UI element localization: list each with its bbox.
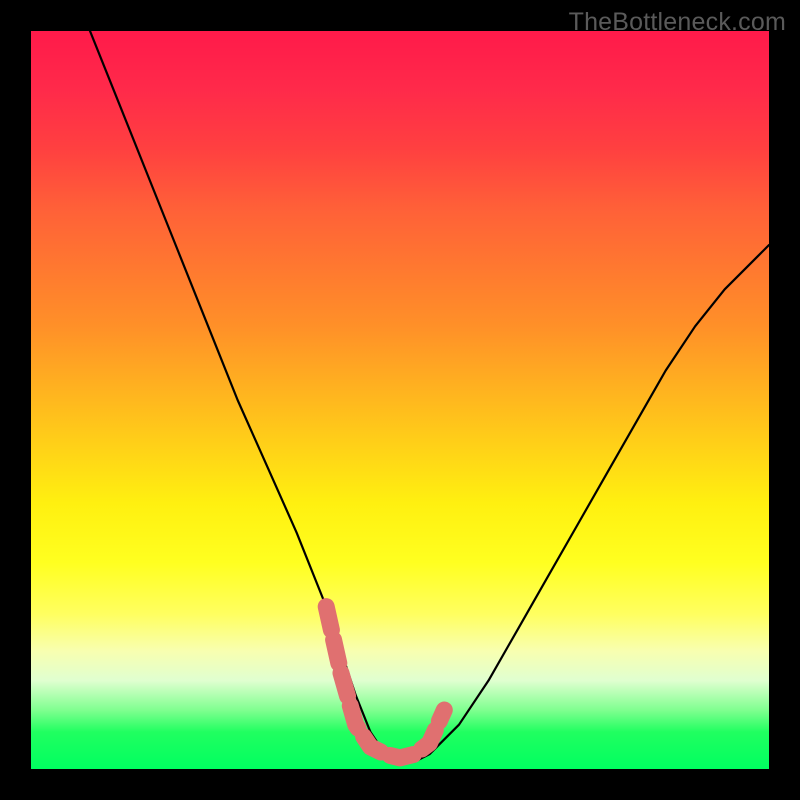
plot-area — [31, 31, 769, 769]
chart-frame: TheBottleneck.com — [0, 0, 800, 800]
watermark-text: TheBottleneck.com — [569, 8, 786, 37]
bottleneck-curve — [90, 31, 769, 762]
highlight-segment — [326, 607, 444, 758]
curve-layer — [31, 31, 769, 769]
